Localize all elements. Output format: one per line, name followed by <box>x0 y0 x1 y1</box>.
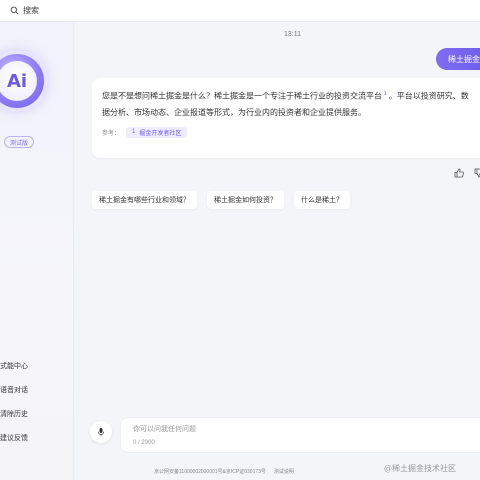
beta-badge: 测试版 <box>4 136 35 148</box>
sidebar-item-capability-center[interactable]: 式能中心 <box>0 354 28 378</box>
suggestion-chip[interactable]: 稀土掘金有哪些行业和领域？ <box>92 191 197 209</box>
reference-number: 1 <box>132 129 136 136</box>
message-timestamp: 13:11 <box>284 31 301 38</box>
bot-text-part: 。平台以投资研究、数 <box>388 91 469 101</box>
bot-text-part: 您是不是想问稀土掘金是什么？稀土掘金是一个专注于稀土行业的投资交流平台 <box>102 91 382 101</box>
sidebar-item-label: 式能中心 <box>0 363 28 370</box>
reference-name: 掘金开发者社区 <box>139 130 182 137</box>
reference-label: 参考： <box>102 130 121 137</box>
search-placeholder[interactable]: 搜索 <box>23 5 39 16</box>
sidebar-item-voice-chat[interactable]: 语音对话 <box>0 378 28 402</box>
test-statement-link[interactable]: 测试说明 <box>274 469 294 475</box>
watermark: @稀土掘金技术社区 <box>384 464 456 473</box>
bot-message-line-2: 据分析、市场动态、企业报道等形式，为行业内的投资者和企业提供服务。 <box>102 107 366 117</box>
character-count: 0 / 2000 <box>133 440 155 446</box>
user-message-text: 稀土掘金 <box>448 54 480 64</box>
reference-chip[interactable]: 1 掘金开发者社区 <box>126 126 188 138</box>
sidebar-item-label: 清除历史 <box>0 411 28 418</box>
footer: 京公网安备11000002000001号&京ICP证030173号 测试说明 <box>154 468 294 475</box>
top-search-bar[interactable]: 搜索 <box>0 0 480 22</box>
suggestion-chip[interactable]: 什么是稀土？ <box>294 191 350 209</box>
citation-marker[interactable]: 1 <box>382 86 389 102</box>
microphone-icon <box>97 428 105 436</box>
icp-license[interactable]: 京公网安备11000002000001号&京ICP证030173号 <box>154 469 266 475</box>
bot-message-bubble: 您是不是想问稀土掘金是什么？稀土掘金是一个专注于稀土行业的投资交流平台 1 。平台以… <box>92 78 480 158</box>
sidebar: Ai 测试版 式能中心 语音对话 清除历史 建议反馈 <box>0 22 74 480</box>
message-actions <box>454 168 480 178</box>
like-icon[interactable] <box>454 168 464 178</box>
ai-logo-text: Ai <box>0 61 37 101</box>
bot-message-line-1: 您是不是想问稀土掘金是什么？稀土掘金是一个专注于稀土行业的投资交流平台 1 。平台以… <box>102 86 480 105</box>
sidebar-item-label: 建议反馈 <box>0 435 28 442</box>
sidebar-item-label: 语音对话 <box>0 387 28 394</box>
suggested-questions: 稀土掘金有哪些行业和领域？ 稀土掘金如何投资？ 什么是稀土？ <box>92 191 350 209</box>
sidebar-item-clear-history[interactable]: 清除历史 <box>0 402 28 426</box>
reference-row: 参考： 1 掘金开发者社区 <box>102 126 480 138</box>
user-message-bubble: 稀土掘金 <box>436 48 480 70</box>
ai-avatar: Ai <box>0 54 44 108</box>
chat-input[interactable]: 你可以问我任何问题 0 / 2000 <box>120 417 480 453</box>
voice-input-button[interactable] <box>90 421 112 443</box>
chat-input-placeholder[interactable]: 你可以问我任何问题 <box>133 424 477 436</box>
dislike-icon[interactable] <box>474 168 480 178</box>
chat-main: 13:11 稀土掘金 您是不是想问稀土掘金是什么？稀土掘金是一个专注于稀土行业的… <box>74 22 480 480</box>
sidebar-menu: 式能中心 语音对话 清除历史 建议反馈 <box>0 354 28 450</box>
search-icon <box>10 6 19 15</box>
suggestion-chip[interactable]: 稀土掘金如何投资？ <box>207 191 284 209</box>
sidebar-item-feedback[interactable]: 建议反馈 <box>0 426 28 450</box>
